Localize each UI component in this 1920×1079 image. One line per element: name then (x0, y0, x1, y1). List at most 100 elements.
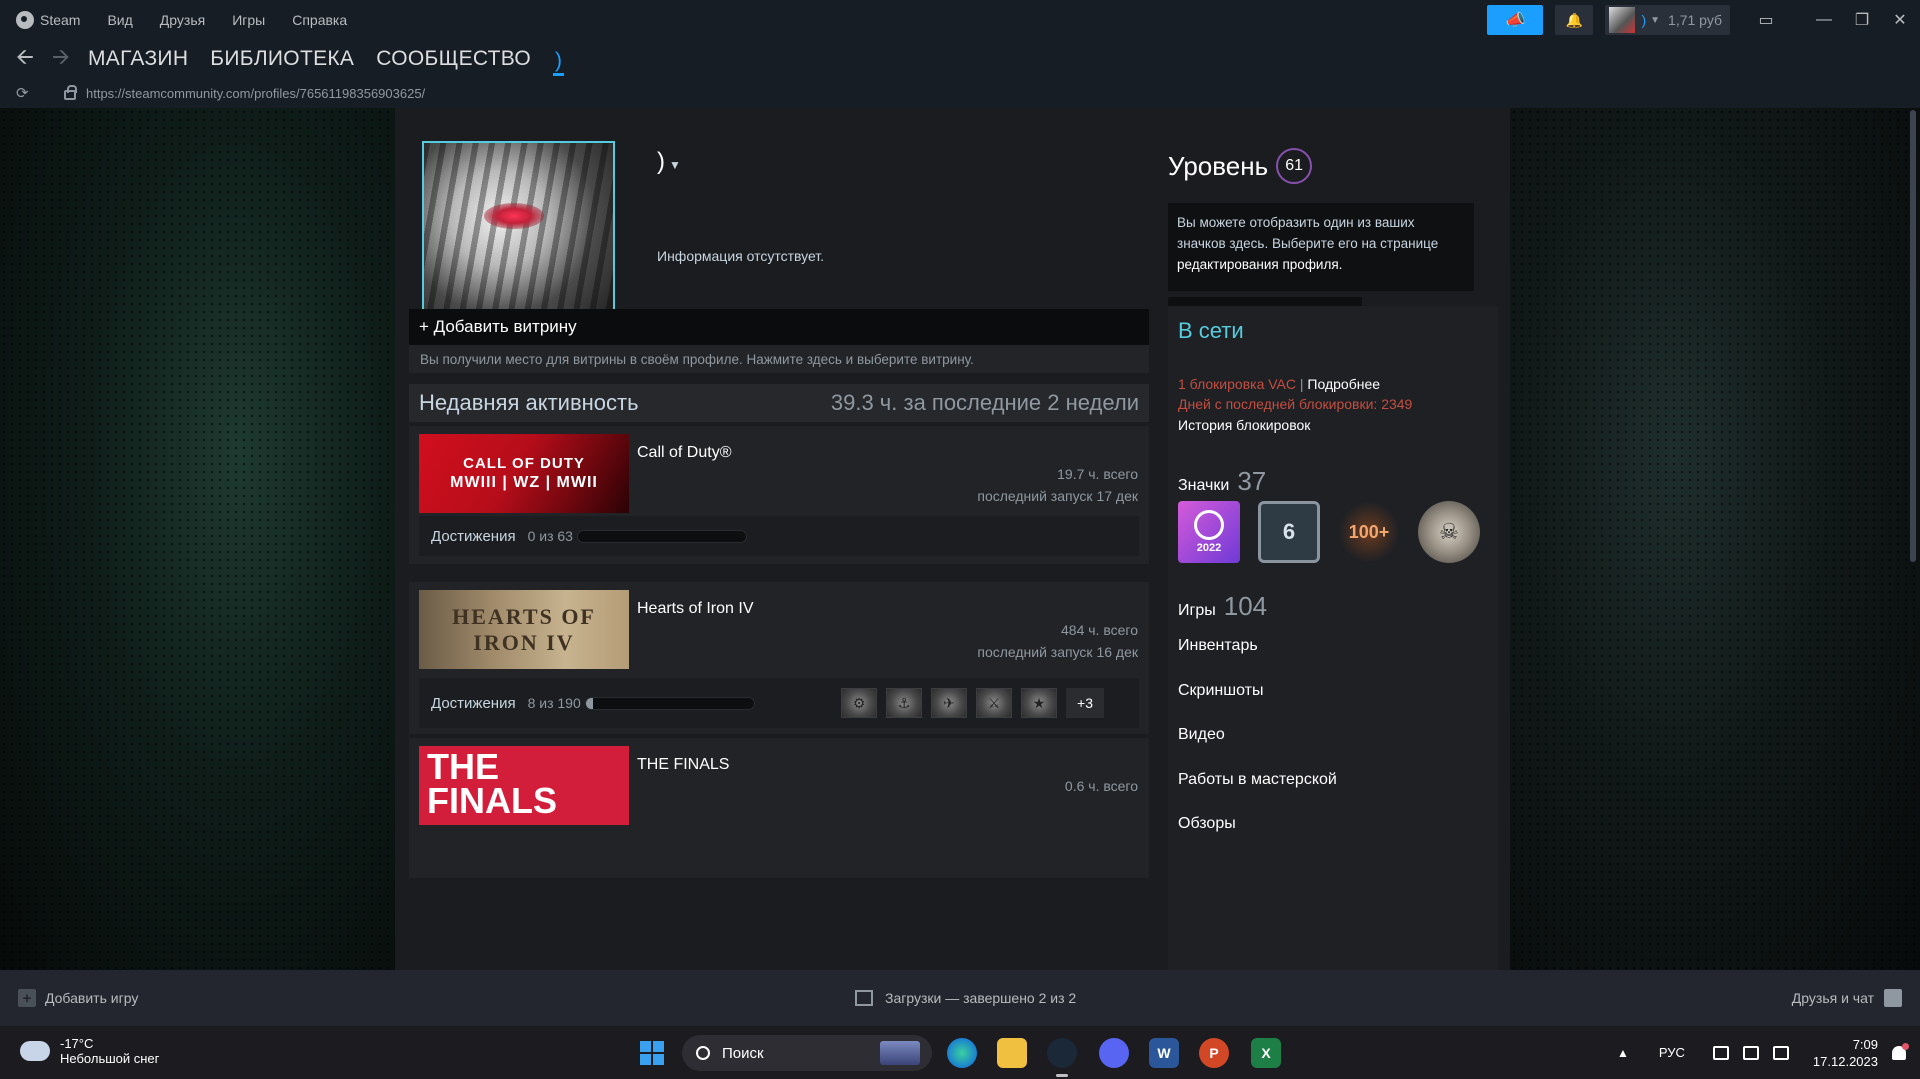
volume-icon[interactable] (1742, 1045, 1759, 1060)
achievement-icon[interactable]: ⚙ (841, 688, 877, 718)
profile-avatar[interactable] (422, 141, 615, 333)
capsule-title-cod: CALL OF DUTY (463, 455, 585, 472)
nav-community[interactable]: СООБЩЕСТВО (376, 47, 531, 71)
search-placeholder: Поиск (722, 1044, 764, 1062)
workshop-link[interactable]: Работы в мастерской (1178, 771, 1337, 789)
achievements-label: Достижения (431, 694, 516, 712)
level-badge[interactable]: 61 (1276, 148, 1313, 184)
level-6-badge-icon[interactable]: 6 (1258, 501, 1320, 563)
achievements-row[interactable]: Достижения 0 из 63 (419, 516, 1139, 556)
games-count: 104 (1223, 591, 1268, 621)
game-hours: 19.7 ч. всего (1057, 466, 1138, 482)
showcase-info[interactable]: Вы получили место для витрины в своём пр… (409, 345, 1149, 373)
game-name[interactable]: Call of Duty® (637, 444, 731, 462)
badges-stat[interactable]: Значки 37 (1178, 466, 1266, 497)
edit-profile-link[interactable]: редактирования профиля. (1177, 257, 1342, 272)
account-menu[interactable]: ) ▼ 1,71 руб (1605, 5, 1730, 35)
videos-link[interactable]: Видео (1178, 726, 1225, 744)
add-game-button[interactable]: + Добавить игру (18, 989, 138, 1007)
discord-icon[interactable] (1099, 1038, 1129, 1068)
persona-name[interactable]: ) ▼ (657, 148, 681, 176)
minimize-icon[interactable]: — (1806, 11, 1842, 29)
search-highlight-image (880, 1041, 920, 1065)
achievement-icons: ⚙ ⚓ ✈ ⚔ ★ +3 (841, 688, 1104, 718)
badge-year: 2022 (1196, 542, 1222, 554)
add-showcase-button[interactable]: + Добавить витрину (409, 309, 1149, 345)
chevron-up-icon[interactable]: ▲ (1617, 1046, 1629, 1060)
notification-bell-icon[interactable] (1892, 1042, 1909, 1060)
achievement-icon[interactable]: ✈ (931, 688, 967, 718)
menu-steam[interactable]: Steam (40, 12, 80, 28)
achievement-icon[interactable]: ⚓ (886, 688, 922, 718)
friends-chat-button[interactable]: Друзья и чат (1792, 989, 1902, 1007)
downloads-status[interactable]: Загрузки — завершено 2 из 2 (855, 990, 1076, 1006)
steam-2022-badge-icon[interactable]: 2022 (1178, 501, 1240, 563)
weather-temp: -17°C (60, 1036, 94, 1051)
caret-down-icon[interactable]: ▼ (669, 158, 681, 172)
notifications-button[interactable]: 🔔 (1555, 5, 1594, 35)
capsule-subtitle-hoi4: IRON IV (473, 629, 575, 655)
menu-friends[interactable]: Друзья (160, 12, 205, 28)
game-name[interactable]: Hearts of Iron IV (637, 600, 754, 618)
taskbar-search[interactable]: Поиск (682, 1035, 932, 1071)
reviews-link[interactable]: Обзоры (1178, 815, 1236, 833)
clock[interactable]: 7:09 17.12.2023 (1813, 1036, 1878, 1070)
nav-profile[interactable]: ) (553, 49, 565, 76)
system-tray: ▲ РУС 7:09 17.12.2023 (1617, 1026, 1920, 1079)
language-indicator[interactable]: РУС (1659, 1045, 1685, 1060)
menu-view[interactable]: Вид (107, 12, 132, 28)
profile-sidebar: В сети 1 блокировка VAC | Подробнее Дней… (1168, 306, 1498, 970)
inventory-link[interactable]: Инвентарь (1178, 637, 1258, 655)
100-plus-badge-icon[interactable]: 100+ (1338, 501, 1400, 563)
game-capsule-finals[interactable]: THE FINALS (419, 746, 629, 825)
ban-history-link[interactable]: История блокировок (1178, 417, 1310, 433)
restore-icon[interactable]: ❐ (1844, 10, 1880, 30)
recent-activity-title: Недавняя активность (419, 390, 639, 415)
steam-taskbar-icon[interactable] (1047, 1038, 1077, 1077)
achievement-icon[interactable]: ⚔ (976, 688, 1012, 718)
scrollbar[interactable] (1910, 110, 1916, 562)
avatar-eye (484, 203, 544, 229)
menu-games[interactable]: Игры (232, 12, 265, 28)
games-stat[interactable]: Игры 104 (1178, 591, 1267, 622)
progress-fill (585, 697, 593, 709)
edge-icon[interactable] (947, 1038, 977, 1068)
content-area: ) ▼ Информация отсутствует. Уровень 61 Вы… (0, 108, 1920, 970)
nav-library[interactable]: БИБЛИОТЕКА (210, 47, 354, 71)
achievements-row[interactable]: Достижения 8 из 190 ⚙ ⚓ ✈ ⚔ ★ +3 (419, 678, 1139, 728)
forward-arrow-icon[interactable]: 🡪 (52, 40, 88, 78)
vac-details-link[interactable]: Подробнее (1307, 376, 1380, 392)
bell-icon: 🔔 (1565, 11, 1584, 28)
windows-start-icon[interactable] (640, 1041, 664, 1065)
network-icon[interactable] (1712, 1045, 1729, 1060)
search-icon (696, 1046, 710, 1060)
badges-list: 2022 6 100+ ☠ (1178, 501, 1498, 563)
battery-icon[interactable] (1772, 1045, 1789, 1060)
weather-widget[interactable]: -17°C Небольшой снег (20, 1036, 159, 1066)
achievement-icon[interactable]: ★ (1021, 688, 1057, 718)
level-label: Уровень (1168, 150, 1269, 181)
chevron-down-icon: ▼ (1650, 14, 1661, 26)
nav-store[interactable]: МАГАЗИН (88, 47, 188, 71)
close-icon[interactable]: ✕ (1882, 10, 1918, 30)
profile-background-left (0, 108, 395, 970)
game-name[interactable]: THE FINALS (637, 756, 729, 774)
menu-help[interactable]: Справка (292, 12, 347, 28)
more-achievements[interactable]: +3 (1066, 688, 1104, 718)
url-text[interactable]: https://steamcommunity.com/profiles/7656… (86, 86, 425, 101)
powerpoint-icon[interactable]: P (1199, 1038, 1229, 1068)
announcements-button[interactable]: 📣 (1487, 5, 1544, 35)
add-game-label: Добавить игру (45, 990, 139, 1006)
file-explorer-icon[interactable] (997, 1038, 1027, 1068)
lock-icon (64, 85, 77, 100)
game-capsule-hoi4[interactable]: HEARTS OF IRON IV (419, 590, 629, 669)
big-picture-icon[interactable]: ▭ (1748, 10, 1784, 30)
excel-icon[interactable]: X (1251, 1038, 1281, 1068)
word-icon[interactable]: W (1149, 1038, 1179, 1068)
skull-badge-icon[interactable]: ☠ (1418, 501, 1480, 563)
steam-logo-icon[interactable] (16, 11, 34, 29)
game-capsule-cod[interactable]: CALL OF DUTY MWIII | WZ | MWII (419, 434, 629, 513)
refresh-icon[interactable]: ⟳ (16, 84, 46, 102)
screenshots-link[interactable]: Скриншоты (1178, 682, 1263, 700)
back-arrow-icon[interactable]: 🡨 (16, 40, 52, 78)
